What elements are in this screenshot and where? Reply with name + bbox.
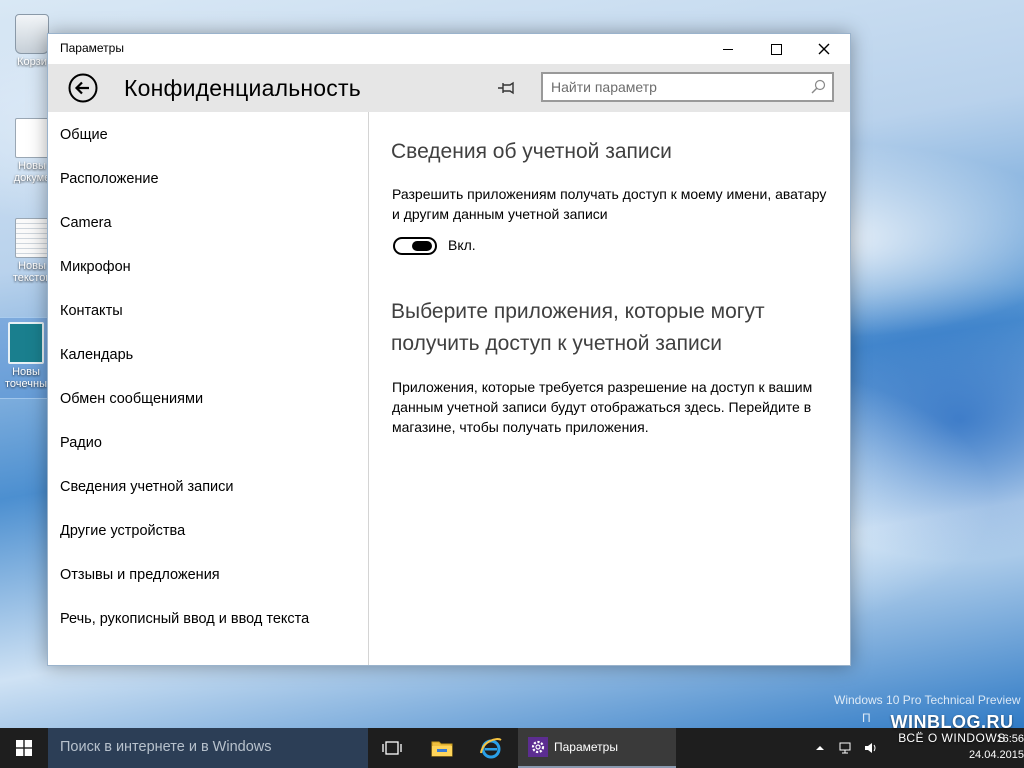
choose-apps-heading: Выберите приложения, которые могут получ…	[391, 300, 765, 355]
back-button[interactable]	[68, 73, 98, 103]
pin-icon	[498, 81, 514, 95]
desktop-icon-label: точечны	[5, 378, 47, 390]
sidebar-item-radio[interactable]: Радио	[60, 435, 102, 459]
sidebar-item-speech[interactable]: Речь, рукописный ввод и ввод текста	[60, 611, 309, 635]
recycle-bin-icon	[15, 14, 49, 54]
start-button[interactable]	[0, 728, 48, 768]
sidebar-item-contacts[interactable]: Контакты	[60, 303, 123, 327]
pin-button[interactable]	[496, 77, 518, 99]
account-info-heading: Сведения об учетной записи	[391, 140, 672, 163]
task-view-icon	[382, 741, 402, 755]
settings-header: Конфиденциальность	[48, 64, 850, 112]
internet-explorer-button[interactable]	[467, 728, 515, 768]
build-watermark: Windows 10 Pro Technical Preview	[834, 693, 1021, 707]
file-explorer-button[interactable]	[418, 728, 466, 768]
taskbar-search-placeholder: Поиск в интернете и в Windows	[60, 739, 272, 755]
sidebar-item-other-devices[interactable]: Другие устройства	[60, 523, 185, 547]
task-view-button[interactable]	[368, 728, 416, 768]
maximize-button[interactable]	[752, 34, 800, 64]
sidebar-item-account-info[interactable]: Сведения учетной записи	[60, 479, 234, 503]
brand-name: WINBLOG.RU	[890, 712, 1014, 732]
title-bar[interactable]: Параметры	[48, 34, 850, 64]
network-icon	[839, 742, 851, 754]
brand-tagline: ВСЁ О WINDOWS	[898, 731, 1006, 745]
text-file-icon	[15, 218, 49, 258]
settings-gear-icon	[528, 737, 548, 757]
document-icon	[15, 118, 49, 158]
volume-tray-button[interactable]	[862, 728, 880, 768]
taskbar: Поиск в интернете и в Windows Параметры	[0, 728, 1024, 768]
windows-logo-icon	[16, 740, 32, 756]
search-icon[interactable]	[810, 79, 826, 95]
taskbar-app-label: Параметры	[554, 740, 618, 754]
choose-apps-description: Приложения, которые требуется разрешение…	[392, 379, 813, 435]
desktop-icon-new-bitmap[interactable]: Новы точечны	[0, 317, 53, 399]
taskbar-search-box[interactable]: Поиск в интернете и в Windows	[48, 728, 368, 768]
account-info-description: Разрешить приложениям получать доступ к …	[392, 186, 827, 222]
settings-search-box[interactable]	[541, 72, 834, 102]
desktop-icon-label: Новы	[12, 366, 40, 378]
window-title: Параметры	[60, 41, 124, 55]
sidebar-item-general[interactable]: Общие	[60, 127, 108, 151]
close-icon	[818, 43, 830, 55]
chevron-up-icon	[816, 746, 824, 750]
toggle-knob	[412, 241, 432, 251]
account-access-toggle[interactable]	[393, 237, 437, 255]
sidebar-item-feedback[interactable]: Отзывы и предложения	[60, 567, 220, 591]
settings-content: Сведения об учетной записи Разрешить при…	[369, 112, 849, 665]
network-tray-button[interactable]	[836, 728, 856, 768]
minimize-icon	[723, 48, 733, 50]
site-watermark-logo: WINBLOG.RU ВСЁ О WINDOWS	[880, 712, 1024, 752]
sidebar-item-messaging[interactable]: Обмен сообщениями	[60, 391, 203, 415]
settings-search-input[interactable]	[543, 74, 819, 100]
taskbar-app-settings[interactable]: Параметры	[518, 728, 676, 768]
show-hidden-icons-button[interactable]	[812, 728, 828, 768]
sidebar-item-location[interactable]: Расположение	[60, 171, 159, 195]
sidebar-item-camera[interactable]: Camera	[60, 215, 112, 239]
build-watermark-line2: П	[862, 711, 871, 725]
speaker-icon	[865, 743, 876, 753]
minimize-button[interactable]	[704, 34, 752, 64]
settings-sidebar: Общие Расположение Camera Микрофон Конта…	[48, 112, 369, 665]
sidebar-item-microphone[interactable]: Микрофон	[60, 259, 131, 283]
sidebar-item-calendar[interactable]: Календарь	[60, 347, 133, 371]
page-title: Конфиденциальность	[124, 75, 361, 101]
image-file-icon	[8, 322, 44, 364]
maximize-icon	[770, 43, 782, 55]
close-button[interactable]	[800, 34, 848, 64]
settings-window: Параметры Конфиденциальность Найти парам…	[47, 33, 851, 666]
folder-icon	[431, 741, 453, 757]
internet-explorer-icon	[480, 738, 502, 759]
toggle-state-label: Вкл.	[448, 237, 476, 253]
back-arrow-icon	[68, 73, 98, 103]
